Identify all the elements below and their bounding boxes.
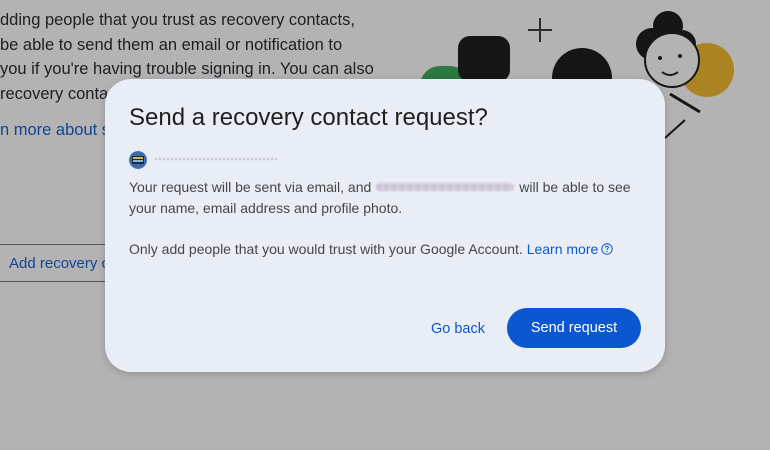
contact-email-redacted [155,158,277,164]
recipient-email-redacted [376,183,515,192]
request-description: Your request will be sent via email, and… [129,177,639,219]
send-request-button[interactable]: Send request [507,308,641,348]
description-start: Your request will be sent via email, and [129,179,372,195]
contact-avatar [129,151,147,169]
avatar-image [129,151,147,169]
trust-notice: Only add people that you would trust wit… [129,239,649,260]
learn-more-link[interactable]: Learn more [527,241,599,257]
help-circle-icon[interactable] [601,243,613,255]
dialog-title: Send a recovery contact request? [129,104,488,131]
recovery-request-dialog: Send a recovery contact request? Your re… [105,79,665,372]
trust-text: Only add people that you would trust wit… [129,241,523,257]
go-back-button[interactable]: Go back [421,311,495,347]
